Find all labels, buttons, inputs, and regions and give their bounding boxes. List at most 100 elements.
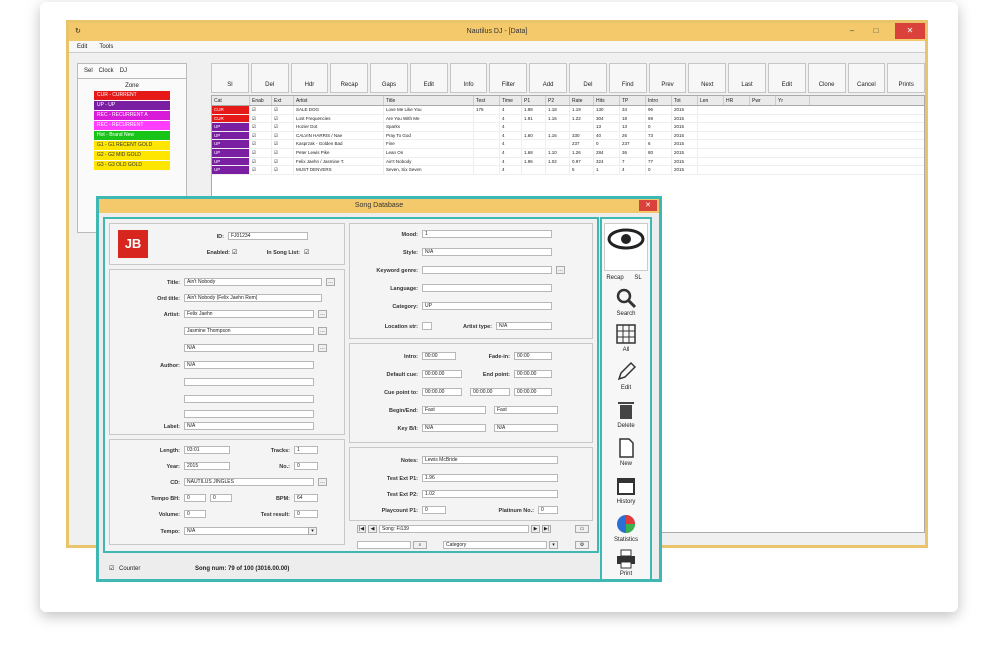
toolbar-button[interactable]: Del <box>569 63 607 93</box>
artist-type-field[interactable]: N/A <box>496 322 552 330</box>
ord-title-field[interactable]: Ain't Nobody (Felix Jaehn Rem) <box>184 294 322 302</box>
last-record-icon[interactable]: ▶| <box>542 525 551 533</box>
folder-icon[interactable]: ▭ <box>575 525 589 533</box>
minimize-icon[interactable]: – <box>841 23 863 39</box>
language-field[interactable] <box>422 284 552 292</box>
fade-in-field[interactable]: 00:00 <box>514 352 552 360</box>
menu-edit[interactable]: Edit <box>77 44 87 50</box>
playcount-field[interactable]: 0 <box>422 506 446 514</box>
tab-dj[interactable]: DJ <box>120 68 127 74</box>
toolbar-button[interactable]: Prints <box>887 63 926 93</box>
zone-item[interactable]: Hot - Brand New <box>94 131 170 140</box>
bpm-field[interactable]: 64 <box>294 494 318 502</box>
grid-column-header[interactable]: Intro <box>646 96 672 105</box>
year-field[interactable]: 2015 <box>184 462 230 470</box>
intro-field[interactable]: 00:00 <box>422 352 456 360</box>
artist-1-more-button[interactable]: … <box>318 310 327 318</box>
history-button[interactable]: History <box>604 475 648 511</box>
all-button[interactable]: All <box>604 323 648 359</box>
no-field[interactable]: 0 <box>294 462 318 470</box>
toolbar-button[interactable]: Next <box>688 63 727 93</box>
table-row[interactable]: UP ☑ ☑ Felix Jaehn / Jasmine T. Ain't Nobody… <box>212 157 924 167</box>
artist-field-2[interactable]: Jasmine Thompson <box>184 327 314 335</box>
table-row[interactable]: UP ☑ ☑ Kasprzak - Golden Bad Fine 4 237 0 237 6 20… <box>212 140 924 149</box>
grid-column-header[interactable]: Len <box>698 96 724 105</box>
artist-2-more-button[interactable]: … <box>318 327 327 335</box>
zone-item[interactable]: UP - UP <box>94 101 170 110</box>
grid-column-header[interactable]: Rate <box>570 96 594 105</box>
tempo-bh-field-2[interactable]: 0 <box>210 494 232 502</box>
toolbar-button[interactable]: Edit <box>767 63 806 93</box>
grid-column-header[interactable]: Artist <box>294 96 384 105</box>
cd-field[interactable]: NAUTILUS JINGLES <box>184 478 314 486</box>
category-field[interactable]: UP <box>422 302 552 310</box>
zone-item[interactable]: REC - RECURRENT <box>94 121 170 130</box>
artist-3-more-button[interactable]: … <box>318 344 327 352</box>
first-record-icon[interactable]: |◀ <box>357 525 366 533</box>
table-row[interactable]: UP ☑ ☑ Hozier Dot Sparks 4 13 13 0 2015 <box>212 123 924 132</box>
new-button[interactable]: New <box>604 437 648 473</box>
title-field[interactable]: Ain't Nobody <box>184 278 322 286</box>
toolbar-button[interactable]: Info <box>449 63 488 93</box>
mood-field[interactable]: 1 <box>422 230 552 238</box>
settings-icon[interactable]: ⚙ <box>575 541 589 549</box>
toolbar-button[interactable]: Gaps <box>370 63 408 93</box>
end-point-field[interactable]: 00:00.00 <box>514 370 552 378</box>
toolbar-button[interactable]: Filter <box>489 63 528 93</box>
grid-column-header[interactable]: Test <box>474 96 500 105</box>
artist-field-3[interactable]: N/A <box>184 344 314 352</box>
grid-column-header[interactable]: Cat <box>212 96 250 105</box>
close-icon[interactable]: ✕ <box>895 23 925 39</box>
maximize-icon[interactable]: □ <box>865 23 887 39</box>
grid-column-header[interactable]: Time <box>500 96 522 105</box>
tempo-bh-field-1[interactable]: 0 <box>184 494 206 502</box>
grid-column-header[interactable]: TP <box>620 96 646 105</box>
menu-tools[interactable]: Tools <box>99 44 113 50</box>
id-field[interactable]: FJ01234 <box>228 232 308 240</box>
edit-button[interactable]: Edit <box>604 361 648 397</box>
style-field[interactable]: N/A <box>422 248 552 256</box>
title-more-button[interactable]: … <box>326 278 335 286</box>
zone-item[interactable]: REC - RECURRENT A <box>94 111 170 120</box>
keyword-genre-field[interactable] <box>422 266 552 274</box>
tempo-select[interactable]: N/A <box>184 527 314 535</box>
sl-label[interactable]: SL <box>628 275 648 281</box>
print-button[interactable]: Print <box>604 549 648 579</box>
grid-column-header[interactable]: Tot <box>672 96 698 105</box>
tracks-field[interactable]: 1 <box>294 446 318 454</box>
zone-item[interactable]: G1 - G1 RECENT GOLD <box>94 141 170 150</box>
author-field-2[interactable] <box>184 378 314 386</box>
next-record-icon[interactable]: ▶ <box>531 525 540 533</box>
test-ext-p1-field[interactable]: 1.96 <box>422 474 558 482</box>
tempo-dropdown-icon[interactable]: ▾ <box>308 527 317 535</box>
toolbar-button[interactable]: Prev <box>648 63 687 93</box>
toolbar-button[interactable]: Add <box>529 63 568 93</box>
toolbar-button[interactable]: Del <box>250 63 289 93</box>
toolbar-button[interactable]: Edit <box>409 63 448 93</box>
label-field[interactable]: N/A <box>184 422 314 430</box>
table-row[interactable]: UP ☑ ☑ Peter Lewis Pike Lean On 4 1.68 1.10 1.26… <box>212 148 924 158</box>
enabled-checkbox[interactable]: ☑ <box>232 249 237 256</box>
platinum-field[interactable]: 0 <box>538 506 558 514</box>
statistics-button[interactable]: Statistics <box>604 513 648 549</box>
grid-column-header[interactable]: HR <box>724 96 750 105</box>
dialog-close-icon[interactable]: ✕ <box>639 200 657 211</box>
length-field[interactable]: 03:01 <box>184 446 230 454</box>
table-row[interactable]: CUR ☑ ☑ Lost Frequencies Are You With Me 4 1.9… <box>212 114 924 124</box>
counter-checkbox[interactable]: ☑ <box>109 565 114 572</box>
table-row[interactable]: UP ☑ ☑ CALVIN HARRIS / Nae Pray To God 4 1.60 1… <box>212 131 924 141</box>
toolbar-button[interactable]: Find <box>608 63 647 93</box>
grid-column-header[interactable]: Title <box>384 96 474 105</box>
toolbar-button[interactable]: Hdr <box>290 63 329 93</box>
record-nav-field[interactable]: Song: Fi139 <box>379 525 529 533</box>
search-go-icon[interactable]: ⌕ <box>413 541 427 549</box>
cd-more-button[interactable]: … <box>318 478 327 486</box>
notes-field[interactable]: Lewis McBride <box>422 456 558 464</box>
delete-button[interactable]: Delete <box>604 399 648 435</box>
artist-field-1[interactable]: Felix Jaehn <box>184 310 314 318</box>
table-row[interactable]: UP ☑ ☑ MUST DENVERS Seven, Six Seven 4 5 1 4 0 201… <box>212 166 924 175</box>
toolbar-button[interactable]: Clone <box>807 63 846 93</box>
default-cue-field[interactable]: 00:00.00 <box>422 370 462 378</box>
grid-column-header[interactable]: Yr <box>776 96 810 105</box>
end-select[interactable]: Fast <box>494 406 558 414</box>
